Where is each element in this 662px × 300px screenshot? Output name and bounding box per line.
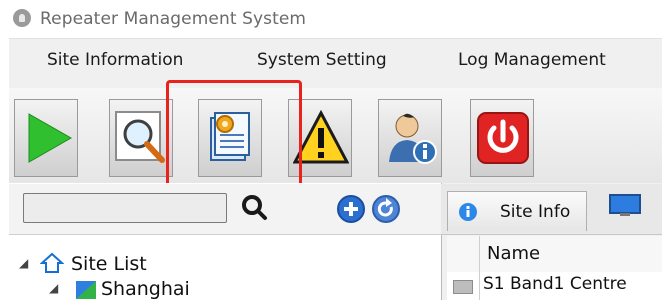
user-info-button[interactable] [378,99,442,177]
user-circle-icon [13,9,31,27]
highlight-box [166,80,302,194]
table-row[interactable]: S1 Band1 Centre [447,272,662,300]
magnifier-icon [115,111,165,163]
row-selector[interactable] [453,280,473,294]
title-bar: Repeater Management System [0,0,662,38]
site-tree: ◢ Site List ◢ Shanghai [9,235,441,300]
start-button[interactable] [14,99,78,177]
menu-log-management[interactable]: Log Management [458,50,606,70]
home-icon [40,252,64,273]
tab-label: Site Info [500,202,571,222]
tree-root-label[interactable]: Site List [71,253,147,275]
menu-site-information[interactable]: Site Information [47,50,183,70]
site-icon [76,281,96,299]
refresh-icon[interactable] [372,195,400,223]
column-name[interactable]: Name [487,243,540,264]
tab-site-info[interactable]: Site Info [447,191,587,231]
plus-circle-icon[interactable] [337,195,365,223]
play-icon [28,113,73,163]
info-icon [459,203,477,221]
power-icon [477,112,529,164]
search-input[interactable] [23,193,227,223]
monitor-icon[interactable] [608,193,642,217]
window-title: Repeater Management System [40,9,307,29]
exit-button[interactable] [470,99,534,177]
tree-item-shanghai[interactable]: Shanghai [101,278,190,300]
expand-arrow-icon[interactable]: ◢ [49,281,58,295]
site-name-cell: S1 Band1 Centre [483,274,627,294]
user-info-icon [389,113,437,164]
search-button[interactable] [109,99,173,177]
expand-arrow-icon[interactable]: ◢ [19,256,28,270]
menu-system-setting[interactable]: System Setting [257,50,387,70]
grid-header: Name [447,236,662,273]
search-icon[interactable] [240,193,268,221]
